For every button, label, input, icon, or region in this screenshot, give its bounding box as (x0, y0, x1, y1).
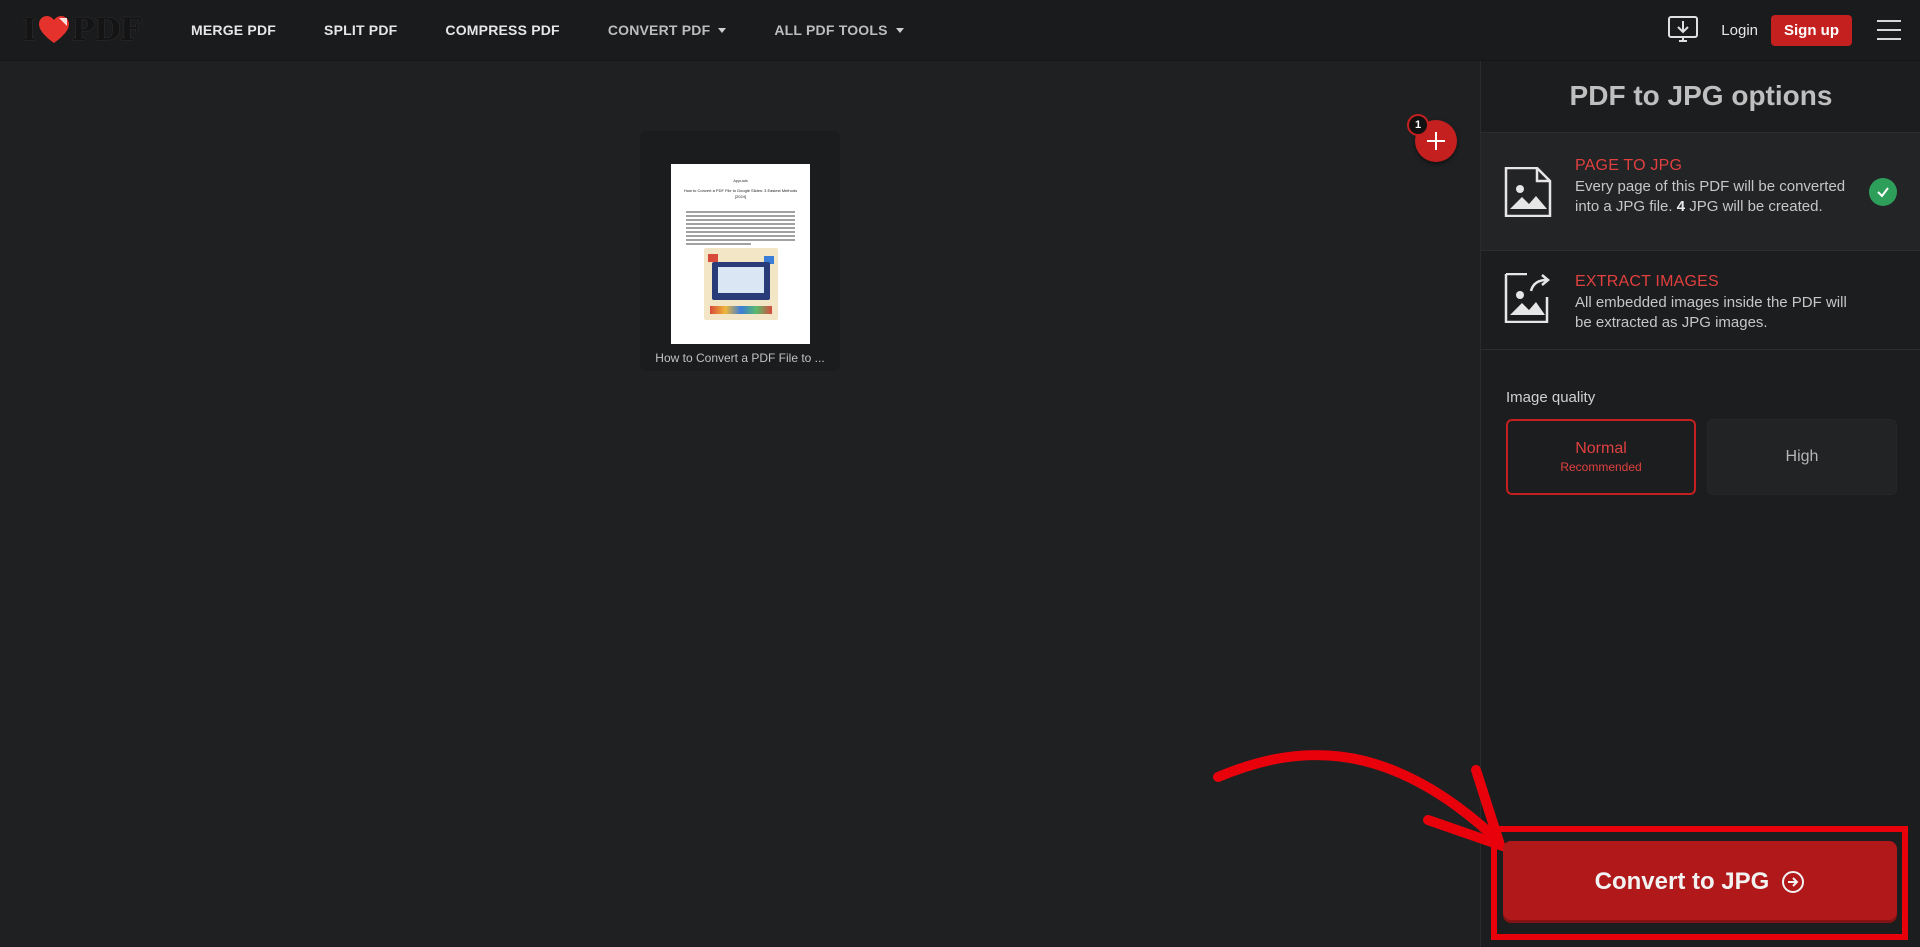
burger-line (1877, 38, 1901, 40)
logo-text-right: PDF (71, 12, 142, 48)
quality-normal-button[interactable]: Normal Recommended (1506, 419, 1696, 495)
options-sidebar: PDF to JPG options PAGE TO JPG Every pag… (1480, 61, 1920, 947)
pdf-thumbnail: Appuals How to Convert a PDF File to Goo… (671, 164, 810, 344)
signup-button[interactable]: Sign up (1771, 14, 1852, 46)
desktop-download-icon[interactable] (1667, 15, 1699, 45)
ilovepdf-logo[interactable]: I PDF (22, 12, 142, 48)
hamburger-menu-icon[interactable] (1877, 20, 1901, 40)
plus-icon (1427, 132, 1445, 150)
heart-icon (38, 16, 69, 43)
check-icon (1869, 178, 1897, 206)
thumb-text-lines (686, 211, 795, 247)
option-desc-text-end: JPG will be created. (1689, 198, 1823, 215)
option-title: PAGE TO JPG (1575, 157, 1683, 174)
page-count: 4 (1676, 198, 1686, 215)
checkmark-glyph (1877, 187, 1889, 198)
file-count-badge: 1 (1407, 114, 1429, 136)
thumb-title: How to Convert a PDF File to Google Slid… (683, 188, 798, 199)
image-quality-label: Image quality (1506, 389, 1596, 406)
quality-high-button[interactable]: High (1707, 419, 1897, 495)
option-title: EXTRACT IMAGES (1575, 273, 1719, 290)
quality-normal-label: Normal (1575, 440, 1627, 457)
file-name: How to Convert a PDF File to ... (655, 351, 825, 365)
nav-all-pdf-tools[interactable]: ALL PDF TOOLS (774, 22, 904, 38)
uploaded-file-card[interactable]: Appuals How to Convert a PDF File to Goo… (640, 131, 840, 371)
convert-button-label: Convert to JPG (1594, 868, 1770, 895)
option-description: All embedded images inside the PDF will … (1575, 294, 1847, 331)
option-description: Every page of this PDF will be converted… (1575, 177, 1865, 217)
page-image-icon (1504, 167, 1552, 217)
nav-convert-pdf[interactable]: CONVERT PDF (608, 22, 727, 38)
quality-normal-sublabel: Recommended (1560, 460, 1642, 474)
thumb-illustration (704, 248, 778, 320)
extract-image-icon (1504, 273, 1550, 323)
nav-label: SPLIT PDF (324, 22, 398, 38)
arrow-right-circle-icon (1782, 871, 1805, 893)
convert-to-jpg-button[interactable]: Convert to JPG (1503, 841, 1897, 923)
burger-line (1877, 20, 1901, 22)
option-extract-images[interactable]: EXTRACT IMAGES All embedded images insid… (1481, 250, 1920, 350)
nav-label: COMPRESS PDF (445, 22, 560, 38)
header-actions: Login Sign up (1667, 0, 1920, 60)
option-page-to-jpg[interactable]: PAGE TO JPG Every page of this PDF will … (1481, 132, 1920, 250)
main-nav: MERGE PDF SPLIT PDF COMPRESS PDF CONVERT… (191, 0, 952, 60)
burger-line (1877, 29, 1901, 31)
thumb-header: Appuals (733, 178, 748, 183)
nav-split-pdf[interactable]: SPLIT PDF (324, 22, 397, 38)
logo-text-left: I (22, 12, 36, 48)
nav-label: CONVERT PDF (607, 22, 711, 38)
nav-merge-pdf[interactable]: MERGE PDF (191, 22, 276, 38)
nav-label: ALL PDF TOOLS (774, 22, 888, 38)
top-navigation-bar: I PDF MERGE PDF SPLIT PDF COMPRESS PDF C… (0, 0, 1920, 61)
login-link[interactable]: Login (1721, 22, 1758, 39)
nav-compress-pdf[interactable]: COMPRESS PDF (445, 22, 559, 38)
caret-down-icon (718, 27, 727, 33)
sidebar-title: PDF to JPG options (1569, 80, 1833, 111)
caret-down-icon (895, 27, 904, 33)
nav-label: MERGE PDF (191, 22, 277, 38)
quality-high-label: High (1785, 448, 1819, 465)
